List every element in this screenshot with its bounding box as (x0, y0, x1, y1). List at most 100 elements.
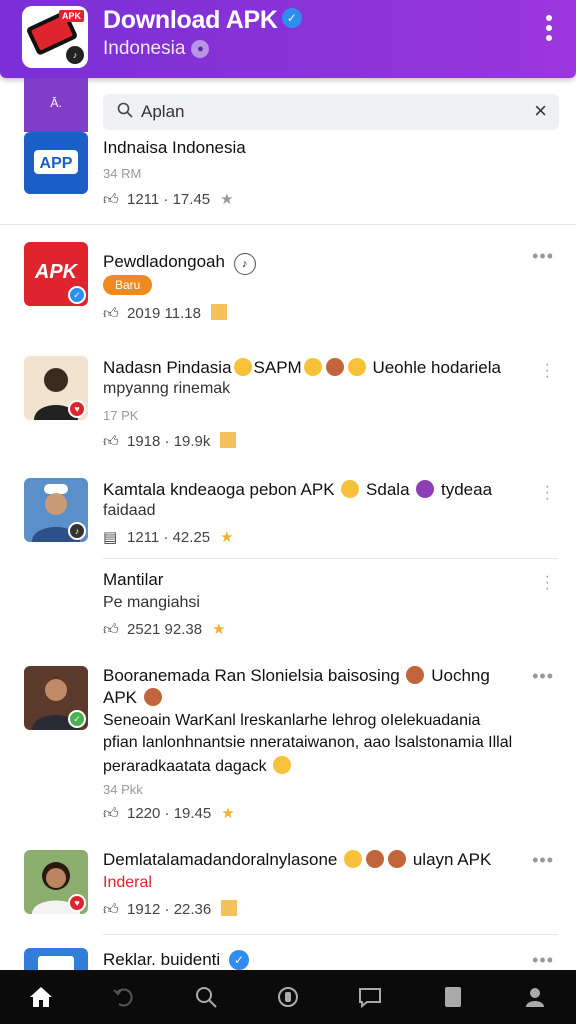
bottom-navigation (0, 970, 576, 1024)
emoji-icon (366, 850, 385, 868)
item-title-end: ulayn APK (412, 850, 492, 869)
item-more-icon[interactable]: ••• (532, 666, 554, 687)
more-options-icon[interactable] (544, 15, 554, 43)
info-icon: ● (191, 39, 210, 58)
item-thumbnail: ♥ (24, 356, 88, 420)
like-icon[interactable]: 👍︎ (103, 191, 121, 209)
like-icon[interactable]: 👍︎ (103, 901, 121, 919)
home-icon (30, 987, 53, 1007)
item-body: peraradkaatata dagack (103, 756, 293, 776)
item-thumbnail: ♪ (24, 478, 88, 542)
header-subtitle: Indonesia ● (103, 38, 210, 60)
item-thumbnail: APK ✓ (24, 242, 88, 306)
item-description: mpyanng rinemak (103, 380, 231, 397)
heart-icon: ♥ (68, 400, 86, 418)
nav-chat[interactable] (350, 977, 390, 1017)
svg-text:APK: APK (34, 261, 79, 283)
item-title-end: Sdala (366, 480, 410, 499)
item-body: Seneoain WarKanl lreskanlarhe lehrog oIe… (103, 712, 481, 729)
header-title-text: Download APK (103, 6, 278, 34)
item-more-icon[interactable]: ••• (532, 246, 554, 267)
item-tag: Baru (103, 275, 153, 295)
star-icon[interactable]: ★ (220, 190, 233, 208)
item-title-tail: tydeaa (441, 480, 493, 499)
like-icon[interactable]: 👍︎ (103, 805, 121, 823)
item-body: pfian lanlonhnantsie nnerataiwanon, aao … (103, 734, 513, 751)
divider (0, 224, 576, 225)
item-description: faidaad (103, 502, 156, 519)
item-title-line2: APK (103, 688, 164, 708)
like-icon[interactable]: 👍︎ (103, 433, 121, 451)
chat-icon (359, 988, 382, 1009)
divider (103, 934, 558, 935)
record-icon (277, 987, 298, 1007)
logo-tag: APK (58, 10, 84, 22)
app-logo[interactable]: APK ♪ (22, 6, 88, 68)
item-title-text: Reklar. buidenti (103, 950, 221, 969)
nav-library[interactable] (433, 977, 473, 1017)
verified-icon: ✓ (68, 710, 86, 728)
item-description: Inderal (103, 874, 152, 891)
item-thumbnail: APP (24, 132, 88, 194)
emoji-icon (143, 688, 162, 706)
item-more-icon[interactable]: · · · (545, 357, 550, 385)
star-icon[interactable]: ★ (221, 804, 234, 822)
emoji-icon (344, 850, 363, 868)
heart-icon: ♥ (68, 894, 86, 912)
nav-search[interactable] (186, 977, 226, 1017)
app-logo-icon (38, 956, 74, 972)
emoji-icon (341, 480, 360, 498)
item-more-icon[interactable]: · · · (545, 479, 550, 507)
item-more-icon[interactable]: ••• (532, 950, 554, 971)
verified-icon: ✓ (281, 8, 302, 29)
banner-thumbnail[interactable]: Ā. (24, 78, 88, 132)
emoji-icon (416, 480, 435, 498)
nav-record[interactable] (268, 977, 308, 1017)
logo-badge-icon: ♪ (66, 46, 84, 64)
item-thumbnail: ✓ (24, 666, 88, 730)
item-stats: 👍︎ 1220 · 19.45 ★ (103, 804, 235, 823)
item-meta: 17 PK (103, 408, 139, 423)
nav-refresh[interactable] (103, 977, 143, 1017)
item-stats: 👍︎ 1918 · 19.9k (103, 432, 237, 451)
emoji-icon (406, 666, 425, 684)
star-icon[interactable]: ★ (212, 620, 225, 638)
item-title-text: Nadasn Pindasia (103, 358, 232, 377)
item-stats-text: 1918 · 19.9k (127, 433, 211, 450)
app-header: APK ♪ Download APK ✓ Indonesia ● (0, 0, 576, 78)
bookmark-icon[interactable] (220, 432, 237, 448)
emoji-icon (347, 358, 366, 376)
item-thumbnail: ♥ (24, 850, 88, 914)
bookmark-icon[interactable] (210, 304, 227, 320)
item-title-tail: SAPM (253, 358, 302, 377)
item-meta: 34 Pkk (103, 782, 143, 797)
search-bar[interactable]: × (103, 94, 559, 130)
item-title-text: Booranemada Ran Slonielsia baisosing (103, 666, 400, 685)
bookmark-icon[interactable] (221, 900, 238, 916)
item-title-text: Pewdladongoah (103, 252, 225, 271)
nav-home[interactable] (21, 977, 61, 1017)
item-body-text: peraradkaatata dagack (103, 758, 267, 775)
item-stats: 👍︎ 2521 92.38 ★ (103, 620, 226, 639)
emoji-icon (303, 358, 322, 376)
item-title: Kamtala kndeaoga pebon APK Sdala tydeaa (103, 480, 492, 500)
item-title: Nadasn Pindasia SAPM Ueohle hodariela (103, 358, 501, 378)
item-meta: 34 RM (103, 166, 142, 181)
item-more-icon[interactable]: · · · (545, 569, 550, 597)
item-stats: 👍︎ 1211 · 17.45 ★ (103, 190, 234, 209)
item-stats: 👍︎ 2019 11.18 (103, 304, 227, 323)
item-title-text: Demlatalamadandoralnylasone (103, 850, 338, 869)
clear-search-icon[interactable]: × (534, 100, 547, 122)
item-title-line2-text: APK (103, 688, 138, 707)
star-icon[interactable]: ★ (220, 528, 233, 546)
item-more-icon[interactable]: ••• (532, 850, 554, 871)
search-icon (117, 102, 133, 118)
tiktok-icon: ♪ (68, 522, 86, 540)
item-stats-text: 1220 · 19.45 (127, 805, 212, 822)
profile-icon (525, 988, 544, 1007)
like-icon[interactable]: 👍︎ (103, 621, 121, 639)
like-icon[interactable]: 👍︎ (103, 305, 121, 323)
search-input[interactable] (141, 99, 511, 125)
nav-profile[interactable] (515, 977, 555, 1017)
emoji-icon (388, 850, 407, 868)
